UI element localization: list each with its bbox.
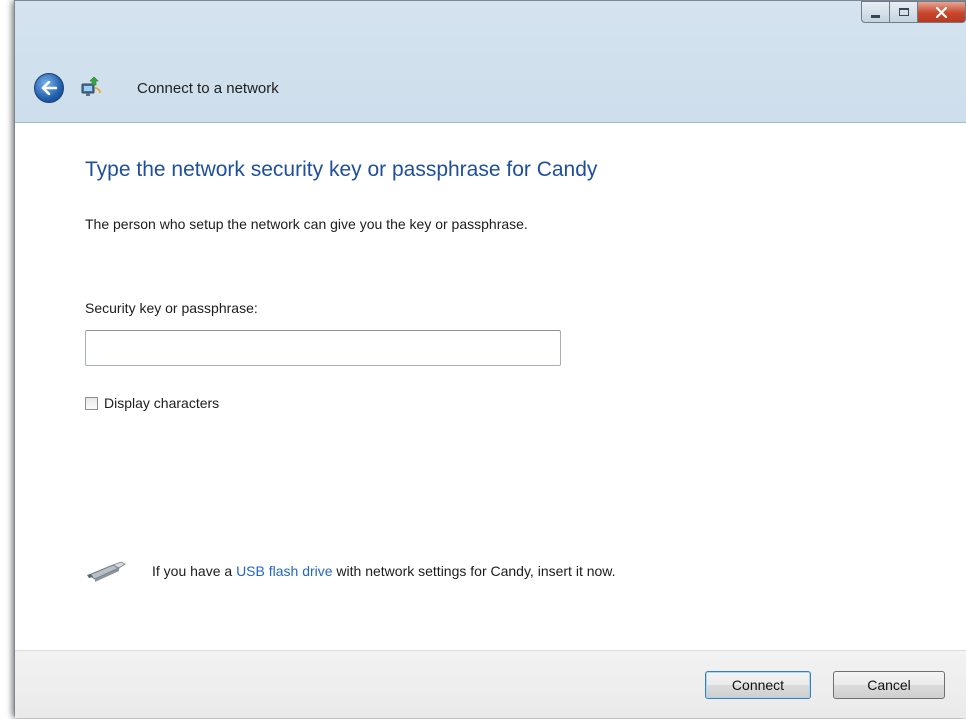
page-heading: Type the network security key or passphr… <box>85 158 598 181</box>
navigation-row: Connect to a network <box>15 63 966 109</box>
cancel-button[interactable]: Cancel <box>833 671 945 699</box>
back-button[interactable] <box>34 73 64 103</box>
caption-buttons <box>861 1 966 23</box>
usb-flash-drive-link[interactable]: USB flash drive <box>236 563 332 579</box>
back-arrow-icon <box>41 81 57 95</box>
security-key-input[interactable] <box>85 330 561 366</box>
security-key-label: Security key or passphrase: <box>85 300 258 316</box>
maximize-icon <box>898 8 909 16</box>
connect-to-network-window: Connect to a network Type the network se… <box>14 0 966 718</box>
network-icon <box>81 76 101 96</box>
instruction-text: The person who setup the network can giv… <box>85 216 528 232</box>
display-characters-checkbox[interactable] <box>85 396 98 410</box>
title-bar[interactable] <box>15 1 966 59</box>
dialog-footer: Connect Cancel <box>15 650 966 718</box>
minimize-button[interactable] <box>861 1 890 23</box>
display-characters-label[interactable]: Display characters <box>104 395 219 411</box>
usb-hint-prefix: If you have a <box>152 563 237 579</box>
maximize-button[interactable] <box>890 1 918 23</box>
connect-button[interactable]: Connect <box>705 671 811 699</box>
usb-hint-suffix: with network settings for Candy, insert … <box>332 563 616 579</box>
usb-flash-drive-icon <box>87 561 126 582</box>
close-icon <box>936 6 947 18</box>
close-button[interactable] <box>918 1 966 23</box>
usb-hint-text: If you have a USB flash drive with netwo… <box>152 563 616 579</box>
content-pane: Type the network security key or passphr… <box>15 122 966 650</box>
usb-hint: If you have a USB flash drive with netwo… <box>85 560 616 582</box>
minimize-icon <box>871 14 880 18</box>
window-title: Connect to a network <box>137 80 279 97</box>
display-characters-option[interactable]: Display characters <box>85 395 219 411</box>
